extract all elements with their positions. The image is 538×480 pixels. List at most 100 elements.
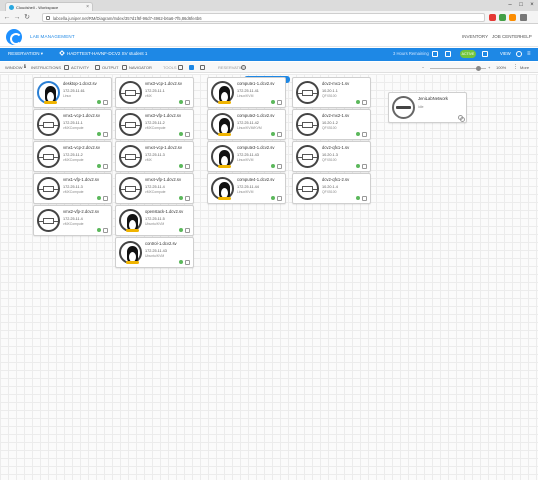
resource-commands-icon[interactable] [185, 132, 190, 137]
resource-commands-icon[interactable] [185, 196, 190, 201]
device-card[interactable]: compute2-1.dcv2.sv 172.25.11.42 Linux/KVM/… [207, 109, 286, 140]
device-card[interactable]: compute3-1.dcv2.sv 172.25.11.43 Linux/KVM [207, 141, 286, 172]
list-view-icon[interactable] [178, 65, 183, 70]
device-card[interactable]: vmx1-vcp-1.dcv2.sv 172.25.11.1 vMXCompute [33, 109, 112, 140]
device-ip: 172.25.11.43 [237, 153, 259, 157]
resource-commands-icon[interactable] [103, 228, 108, 233]
timer-icon[interactable] [241, 65, 246, 70]
linux-tux-icon [217, 86, 232, 104]
grid-view-icon[interactable] [200, 65, 205, 70]
diagram-view-icon[interactable] [189, 65, 194, 70]
reload-icon[interactable]: ↻ [23, 13, 31, 22]
view-button[interactable]: VIEW [500, 51, 511, 56]
extension-icon[interactable] [489, 14, 496, 21]
back-arrow-icon[interactable]: ← [3, 13, 11, 22]
device-card[interactable]: dcv2-mx1-1.sv 10.20.1.1 QFX5100 [292, 77, 371, 108]
resource-commands-icon[interactable] [185, 260, 190, 265]
reservation-label: RESERVATION [8, 51, 40, 56]
activity-button[interactable]: ACTIVITY [71, 65, 89, 70]
device-card[interactable]: JeniLabNetwork Idle [388, 92, 467, 123]
extension-icon[interactable] [509, 14, 516, 21]
instructions-button[interactable]: INSTRUCTIONS [31, 65, 61, 70]
lab-title[interactable]: HADTTEST-HAVNF-DCV2 SV student 1 [59, 50, 147, 56]
device-card[interactable]: vmx1-vfp-1.dcv2.sv 172.25.11.3 vMXCompute [33, 173, 112, 204]
more-button[interactable]: More [520, 65, 529, 70]
device-card[interactable]: vmx1-vcp-2.dcv2.sv 172.25.11.2 vMXCompute [33, 141, 112, 172]
cloudshell-logo-icon[interactable] [6, 29, 22, 45]
device-name: vmx3-vcp-1.dcv2.sv [145, 81, 182, 86]
resource-commands-icon[interactable] [103, 196, 108, 201]
browser-tab[interactable]: Cloudshell - Workspace × [5, 2, 93, 11]
status-online-icon [179, 100, 183, 104]
resource-commands-icon[interactable] [277, 196, 282, 201]
device-card[interactable]: compute1-1.dcv2.sv 172.25.11.41 Linux/KVM [207, 77, 286, 108]
device-name: vmx4-vcp-1.dcv2.sv [145, 145, 182, 150]
save-icon[interactable] [445, 51, 451, 57]
maximize-window-button[interactable]: □ [516, 1, 526, 9]
resource-commands-icon[interactable] [185, 228, 190, 233]
zoom-in-button[interactable]: + [488, 65, 490, 70]
device-model: Linux/KVM [237, 94, 254, 98]
device-card[interactable]: vmx2-vfp-2.dcv2.sv 172.25.11.4 vMXCompute [33, 205, 112, 236]
resource-commands-icon[interactable] [362, 196, 367, 201]
device-ip: 172.25.11.3 [145, 153, 165, 157]
device-card[interactable]: dcv2-mx2-1.sv 10.20.1.2 QFX5100 [292, 109, 371, 140]
navigator-button[interactable]: NAVIGATOR [129, 65, 152, 70]
nav-link-help[interactable]: HELP [520, 34, 532, 39]
resource-commands-icon[interactable] [277, 132, 282, 137]
resource-commands-icon[interactable] [277, 100, 282, 105]
device-card[interactable]: vmx3-vfp-1.dcv2.sv 172.25.11.2 vMXCompute [115, 109, 194, 140]
close-tab-icon[interactable]: × [86, 4, 89, 10]
device-name: compute2-1.dcv2.sv [237, 113, 275, 118]
url-input[interactable]: labcella.juniper.net/RM/Diagram/Index/35… [42, 13, 485, 22]
zoom-out-button[interactable]: − [422, 65, 424, 70]
section-title[interactable]: LAB MANAGEMENT [30, 34, 75, 39]
device-model: vMXCompute [63, 158, 84, 162]
linux-tux-icon [119, 241, 142, 264]
device-card[interactable]: dcv2-qfx1-1.sv 10.20.1.3 QFX5100 [292, 141, 371, 172]
resource-commands-icon[interactable] [362, 132, 367, 137]
topology-icon[interactable] [516, 51, 522, 57]
reservation-dropdown[interactable]: RESERVATION ▾ [8, 51, 43, 57]
link-icon[interactable] [458, 115, 465, 122]
device-card[interactable]: vmx4-vfp-1.dcv2.sv 172.25.11.4 vMXCompute [115, 173, 194, 204]
resource-commands-icon[interactable] [362, 164, 367, 169]
device-ip: 172.25.11.41 [237, 89, 259, 93]
linux-tux-icon [211, 177, 234, 200]
zoom-slider-handle[interactable] [476, 66, 481, 71]
resource-commands-icon[interactable] [185, 164, 190, 169]
device-card[interactable]: vmx4-vcp-1.dcv2.sv 172.25.11.3 vMX [115, 141, 194, 172]
settings-icon[interactable] [482, 51, 488, 57]
minimize-window-button[interactable]: – [505, 1, 515, 9]
resource-commands-icon[interactable] [277, 164, 282, 169]
forward-arrow-icon[interactable]: → [13, 13, 21, 22]
edit-icon [59, 50, 65, 56]
status-online-icon [356, 100, 360, 104]
window-label: WINDOW [5, 65, 23, 70]
browser-menu-icon[interactable] [520, 14, 527, 21]
nav-link-job-center[interactable]: JOB CENTER [492, 34, 521, 39]
resource-commands-icon[interactable] [362, 100, 367, 105]
device-model: vMXCompute [145, 126, 166, 130]
output-button[interactable]: OUTPUT [102, 65, 118, 70]
menu-icon[interactable]: ≡ [527, 51, 533, 57]
device-card[interactable]: openstack-1.dcv2.sv 172.25.11.5 Ubuntu/KVM [115, 205, 194, 236]
device-card[interactable]: control-1.dcv2.sv 172.25.11.43 Ubuntu/KVM [115, 237, 194, 268]
device-card[interactable]: desktop-1.dcv2.sv 172.25.11.61 Linux [33, 77, 112, 108]
device-card[interactable]: dcv2-qfx1-2.sv 10.20.1.4 QFX5100 [292, 173, 371, 204]
device-card[interactable]: vmx3-vcp-1.dcv2.sv 172.25.11.1 vMX [115, 77, 194, 108]
device-ip: 172.25.11.2 [145, 121, 165, 125]
extension-icon[interactable] [499, 14, 506, 21]
close-window-button[interactable]: × [527, 1, 537, 9]
resource-commands-icon[interactable] [103, 164, 108, 169]
resource-commands-icon[interactable] [103, 132, 108, 137]
lock-icon[interactable] [432, 51, 438, 57]
device-card[interactable]: compute4-1.dcv2.sv 172.25.11.44 Linux/KVM [207, 173, 286, 204]
resource-commands-icon[interactable] [185, 100, 190, 105]
device-name: vmx1-vcp-1.dcv2.sv [63, 113, 100, 118]
nav-link-inventory[interactable]: INVENTORY [462, 34, 488, 39]
zoom-level: 100% [496, 65, 507, 70]
device-model: Linux/KVM [237, 190, 254, 194]
resource-commands-icon[interactable] [103, 100, 108, 105]
url-text: labcella.juniper.net/RM/Diagram/Index/35… [53, 15, 202, 21]
